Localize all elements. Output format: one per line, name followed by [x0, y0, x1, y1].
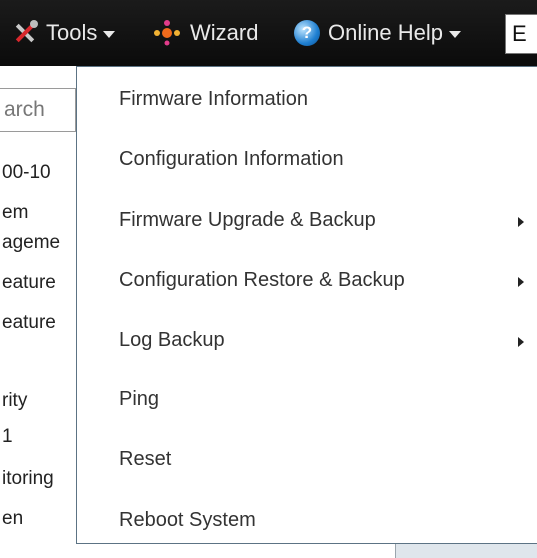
sidebar-search-placeholder: arch: [4, 98, 45, 121]
wizard-button[interactable]: Wizard: [152, 0, 258, 66]
sidebar-item[interactable]: rity: [2, 390, 27, 412]
menu-item-firmware-information[interactable]: Firmware Information: [119, 88, 308, 111]
sidebar-item[interactable]: eature: [2, 272, 56, 294]
tools-dropdown-menu: Firmware Information Configuration Infor…: [76, 66, 537, 544]
online-help-menu-button[interactable]: ? Online Help: [294, 0, 461, 66]
sidebar-item[interactable]: en: [2, 508, 23, 530]
menu-item-reboot-system[interactable]: Reboot System: [119, 509, 256, 532]
sidebar-item[interactable]: 1: [2, 426, 13, 448]
chevron-down-icon: [103, 31, 116, 38]
sidebar-item[interactable]: eature: [2, 312, 56, 334]
menu-item-log-backup[interactable]: Log Backup: [119, 329, 225, 352]
top-toolbar: Tools Wizard ? Online Help E: [0, 0, 537, 66]
tools-icon: [10, 18, 40, 48]
menu-item-configuration-restore-backup[interactable]: Configuration Restore & Backup: [119, 269, 405, 292]
help-icon: ?: [294, 20, 320, 46]
toolbar-search-input[interactable]: E: [505, 14, 537, 54]
online-help-label: Online Help: [328, 20, 443, 45]
menu-item-ping[interactable]: Ping: [119, 388, 159, 411]
tools-menu-button[interactable]: Tools: [10, 0, 116, 66]
wizard-icon: [152, 18, 182, 48]
sidebar-item[interactable]: 00-10: [2, 162, 51, 184]
sidebar-item[interactable]: itoring: [2, 468, 54, 490]
submenu-arrow-icon: [518, 217, 524, 227]
menu-item-reset[interactable]: Reset: [119, 448, 171, 471]
toolbar-search-fragment: E: [512, 21, 527, 46]
sidebar-item[interactable]: em: [2, 202, 28, 224]
sidebar: arch 00-10 em ageme eature eature rity 1…: [0, 66, 80, 558]
sidebar-item[interactable]: ageme: [2, 232, 60, 254]
submenu-arrow-icon: [518, 337, 524, 347]
menu-item-configuration-information[interactable]: Configuration Information: [119, 148, 344, 171]
submenu-arrow-icon: [518, 277, 524, 287]
sidebar-search-input[interactable]: arch: [0, 88, 76, 132]
tools-label: Tools: [46, 20, 98, 45]
chevron-down-icon: [448, 31, 461, 38]
menu-item-firmware-upgrade-backup[interactable]: Firmware Upgrade & Backup: [119, 209, 376, 232]
wizard-label: Wizard: [190, 20, 259, 45]
